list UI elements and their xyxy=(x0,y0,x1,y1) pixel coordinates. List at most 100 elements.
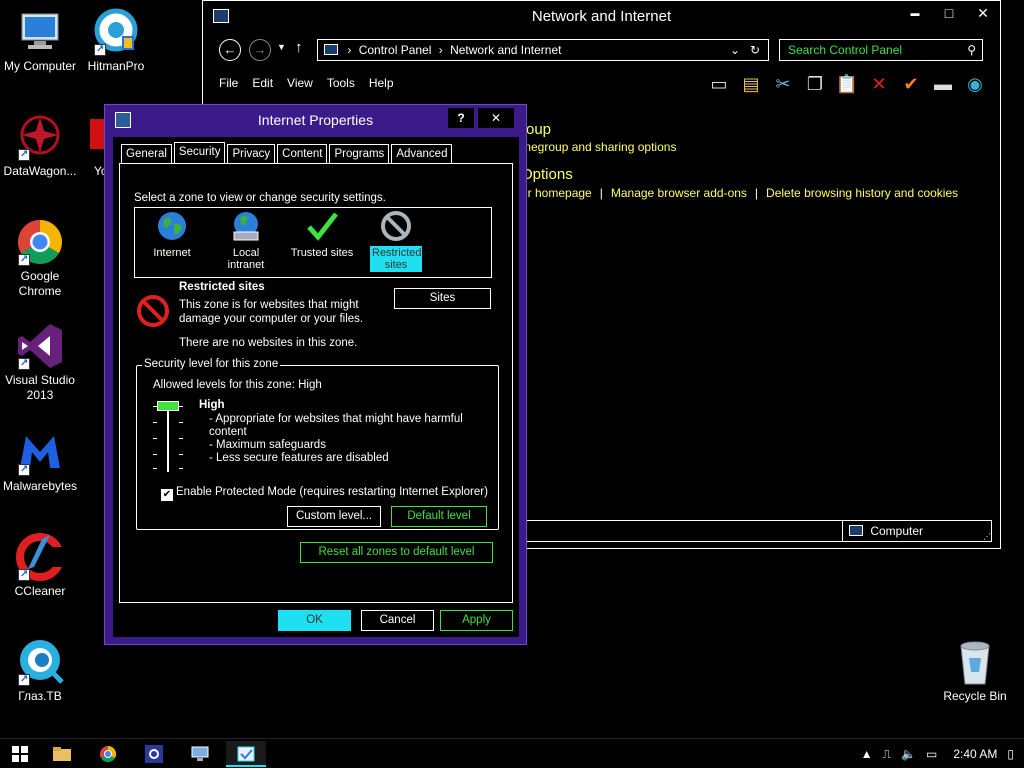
menu-tools[interactable]: Tools xyxy=(327,76,355,90)
address-bar[interactable]: › Control Panel › Network and Internet ⌄… xyxy=(317,39,769,61)
tab-security[interactable]: Security xyxy=(173,142,226,163)
layout-icon[interactable]: ▭ xyxy=(706,71,732,97)
reset-all-zones-button[interactable]: Reset all zones to default level xyxy=(300,542,493,563)
breadcrumb-control-panel[interactable]: Control Panel xyxy=(359,43,432,57)
desktop-icon-visual-studio[interactable]: Visual Studio 2013 xyxy=(0,322,80,403)
menu-file[interactable]: File xyxy=(219,76,238,90)
network-icon xyxy=(191,746,209,762)
sites-button[interactable]: Sites xyxy=(394,288,491,309)
link-manage-addons[interactable]: Manage browser add-ons xyxy=(611,186,747,200)
address-dropdown-icon[interactable]: ⌄ xyxy=(730,40,740,60)
maximize-button[interactable]: □ xyxy=(932,1,966,25)
desktop-icon-partial[interactable]: Yo xyxy=(60,113,110,179)
security-level-description: - Appropriate for websites that might ha… xyxy=(209,413,479,465)
tab-programs[interactable]: Programs xyxy=(329,144,390,163)
breadcrumb-network-internet[interactable]: Network and Internet xyxy=(450,43,561,57)
menu-view[interactable]: View xyxy=(287,76,313,90)
slider-thumb[interactable] xyxy=(157,401,179,411)
taskbar-internet-options[interactable] xyxy=(226,741,266,767)
volume-icon[interactable]: 🔈 xyxy=(901,747,916,761)
cancel-button[interactable]: Cancel xyxy=(361,610,434,631)
back-button[interactable]: ← xyxy=(219,39,241,61)
copy-icon[interactable]: ❐ xyxy=(802,71,828,97)
control-panel-titlebar[interactable]: Network and Internet ▬ □ ✕ xyxy=(203,1,1000,33)
desktop-icon-recycle-bin[interactable]: Recycle Bin xyxy=(935,638,1015,704)
desktop-icon-glaz-tv[interactable]: Глаз.ТВ xyxy=(0,638,80,704)
resize-grip-icon[interactable]: ⋰ xyxy=(983,532,991,541)
taskbar-settings[interactable] xyxy=(134,741,174,767)
link-delete-history[interactable]: Delete browsing history and cookies xyxy=(766,186,958,200)
section-heading-internet-options[interactable]: Options xyxy=(521,166,573,183)
taskbar-network[interactable] xyxy=(180,741,220,767)
zone-internet[interactable]: Internet xyxy=(137,210,207,260)
notifications-icon[interactable]: ▯ xyxy=(1007,747,1014,761)
search-icon[interactable]: ⚲ xyxy=(967,40,976,60)
zone-local-intranet[interactable]: Local intranet xyxy=(211,210,281,272)
globe-icon xyxy=(156,210,188,242)
status-computer-label: Computer xyxy=(870,524,924,538)
desktop-icon-ccleaner[interactable]: CCleaner xyxy=(0,533,80,599)
paste-icon[interactable]: 📋 xyxy=(834,71,860,97)
network-status-icon[interactable]: ⎍ xyxy=(883,747,891,762)
desktop-icon-malwarebytes[interactable]: Malwarebytes xyxy=(0,428,80,494)
desktop-icon-label: Yo xyxy=(94,164,108,178)
recent-locations-dropdown[interactable]: ▼ xyxy=(277,42,286,52)
shortcut-arrow-icon xyxy=(18,147,30,162)
desktop-icon-label: HitmanPro xyxy=(87,59,145,73)
zone-trusted-sites[interactable]: Trusted sites xyxy=(287,210,357,260)
protected-mode-checkbox[interactable]: ✔ Enable Protected Mode (requires restart… xyxy=(161,486,488,501)
custom-level-button[interactable]: Custom level... xyxy=(287,506,381,527)
start-button[interactable] xyxy=(0,741,40,767)
desktop-icon-label: CCleaner xyxy=(14,584,66,598)
search-placeholder: Search Control Panel xyxy=(788,43,903,57)
cut-icon[interactable]: ✂ xyxy=(770,71,796,97)
refresh-icon[interactable]: ↻ xyxy=(750,40,760,60)
apply-button[interactable]: Apply xyxy=(440,610,513,631)
desktop-icon-hitmanpro[interactable]: HitmanPro xyxy=(76,8,156,74)
tab-advanced[interactable]: Advanced xyxy=(391,144,453,163)
up-button[interactable]: ↑ xyxy=(295,39,303,56)
tab-general[interactable]: General xyxy=(121,144,172,163)
default-level-button[interactable]: Default level xyxy=(391,506,487,527)
taskbar-file-explorer[interactable] xyxy=(42,741,82,767)
toolbar: ▭ ▤ ✂ ❐ 📋 ✕ ✔ ▬ ◉ xyxy=(706,71,988,97)
zone-list: Internet Local intranet Trusted sites Re… xyxy=(134,207,492,278)
desktop-icon-my-computer[interactable]: My Computer xyxy=(0,8,80,74)
show-hidden-icons-icon[interactable]: ▲ xyxy=(861,747,873,761)
slider-tick xyxy=(153,454,157,455)
desktop-icon-google-chrome[interactable]: Google Chrome xyxy=(0,218,80,299)
search-input[interactable]: Search Control Panel ⚲ xyxy=(779,39,983,61)
input-indicator-icon[interactable]: ▭ xyxy=(926,747,937,761)
security-level-group: Security level for this zone Allowed lev… xyxy=(136,358,499,530)
folder-options-icon[interactable]: ▤ xyxy=(738,71,764,97)
tab-content[interactable]: Content xyxy=(277,144,328,163)
link-homegroup-sharing[interactable]: megroup and sharing options xyxy=(521,140,676,154)
delete-icon[interactable]: ✕ xyxy=(866,71,892,97)
taskbar-chrome[interactable] xyxy=(88,741,128,767)
ok-button[interactable]: OK xyxy=(278,610,351,631)
desktop-icon-label: My Computer xyxy=(3,59,77,73)
link-change-homepage[interactable]: ur homepage xyxy=(521,186,592,200)
shell-icon[interactable]: ◉ xyxy=(962,71,988,97)
checkbox-checked-icon[interactable]: ✔ xyxy=(161,489,173,501)
system-tray: ▲ ⎍ 🔈 ▭ 2:40 AM ▯ xyxy=(861,739,1014,768)
tab-privacy[interactable]: Privacy xyxy=(227,144,276,163)
minimize-button[interactable]: ▬ xyxy=(898,1,932,25)
zone-restricted-sites[interactable]: Restricted sites xyxy=(361,210,431,272)
visual-studio-icon xyxy=(16,322,64,371)
desktop-icon-label: Recycle Bin xyxy=(943,689,1007,703)
close-button[interactable]: ✕ xyxy=(966,1,1000,25)
menu-edit[interactable]: Edit xyxy=(252,76,273,90)
help-button[interactable]: ? xyxy=(448,108,474,128)
link-separator: | xyxy=(754,186,759,200)
forward-button[interactable]: → xyxy=(249,39,271,61)
properties-icon[interactable]: ✔ xyxy=(898,71,924,97)
clock[interactable]: 2:40 AM xyxy=(953,747,997,761)
dialog-title: Internet Properties xyxy=(257,112,374,128)
dialog-close-button[interactable]: ✕ xyxy=(478,108,514,128)
internet-options-icon xyxy=(115,112,131,128)
datawagon-icon xyxy=(16,113,64,162)
menu-help[interactable]: Help xyxy=(369,76,394,90)
rename-icon[interactable]: ▬ xyxy=(930,71,956,97)
zone-label: Trusted sites xyxy=(290,247,354,259)
